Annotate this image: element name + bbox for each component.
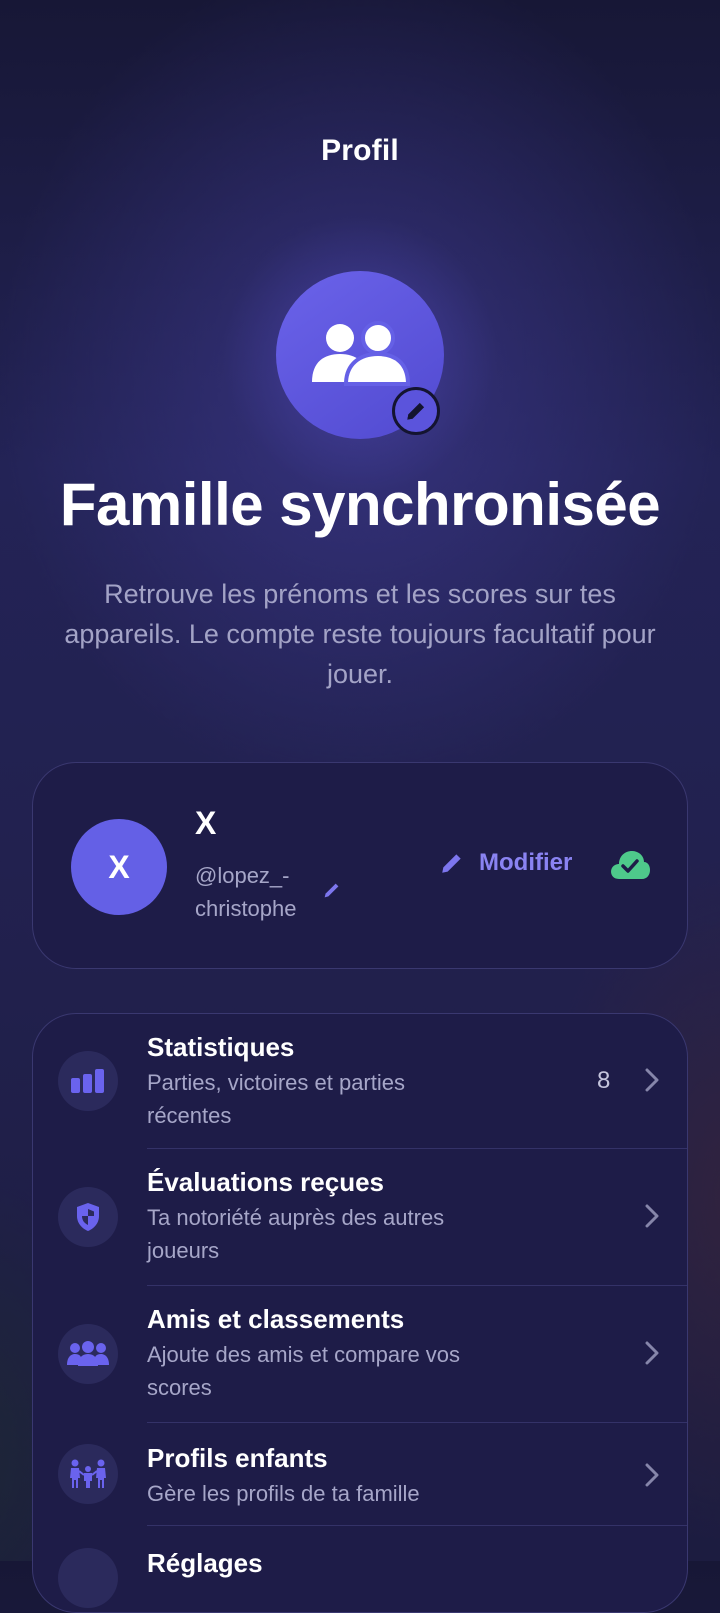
- modify-button[interactable]: Modifier: [439, 849, 572, 877]
- account-card: X X @lopez_-christophe Modifier: [32, 762, 688, 969]
- family-icon: [58, 1444, 118, 1504]
- pencil-icon: [324, 883, 339, 898]
- shield-icon: [58, 1187, 118, 1247]
- user-avatar: X: [71, 819, 167, 915]
- menu-item-title: Profils enfants: [147, 1443, 328, 1473]
- user-handle: @lopez_-christophe: [195, 863, 297, 921]
- menu-item-settings[interactable]: Réglages: [33, 1526, 687, 1612]
- chevron-right-icon: [645, 1204, 659, 1233]
- hero-subtitle: Retrouve les prénoms et les scores sur t…: [64, 579, 656, 689]
- cloud-synced-icon: [609, 849, 651, 886]
- menu-item-title: Réglages: [147, 1548, 263, 1578]
- chevron-right-icon: [645, 1463, 659, 1492]
- hero-title: Famille synchronisée: [59, 471, 661, 538]
- menu-item-title: Amis et classements: [147, 1304, 405, 1334]
- edit-handle-button[interactable]: [321, 879, 343, 906]
- bar-chart-icon: [58, 1051, 118, 1111]
- menu-item-kids-profiles[interactable]: Profils enfants Gère les profils de ta f…: [33, 1423, 687, 1525]
- chevron-right-icon: [645, 1068, 659, 1097]
- menu-item-subtitle: Ta notoriété auprès des autres joueurs: [147, 1205, 445, 1263]
- menu-item-subtitle: Ajoute des amis et compare vos scores: [147, 1342, 461, 1400]
- user-name: X: [195, 805, 217, 841]
- menu-item-title: Statistiques: [147, 1032, 295, 1062]
- statistics-count: 8: [597, 1067, 611, 1094]
- chevron-right-icon: [645, 1341, 659, 1370]
- page-title: Profil: [321, 134, 399, 167]
- menu-item-friends[interactable]: Amis et classements Ajoute des amis et c…: [33, 1286, 687, 1422]
- avatar-edit-button[interactable]: [392, 387, 440, 435]
- menu-item-title: Évaluations reçues: [147, 1167, 384, 1197]
- menu-item-subtitle: Gère les profils de ta famille: [147, 1481, 420, 1506]
- group-icon: [58, 1324, 118, 1384]
- menu-item-subtitle: Parties, victoires et parties récentes: [147, 1070, 405, 1128]
- gear-icon: [58, 1548, 118, 1608]
- menu-card: Statistiques Parties, victoires et parti…: [32, 1013, 688, 1613]
- pencil-icon: [407, 402, 425, 420]
- pencil-icon: [442, 854, 461, 873]
- users-icon: [312, 321, 410, 386]
- menu-item-statistics[interactable]: Statistiques Parties, victoires et parti…: [33, 1014, 687, 1148]
- modify-label: Modifier: [479, 849, 573, 876]
- menu-item-ratings[interactable]: Évaluations reçues Ta notoriété auprès d…: [33, 1149, 687, 1285]
